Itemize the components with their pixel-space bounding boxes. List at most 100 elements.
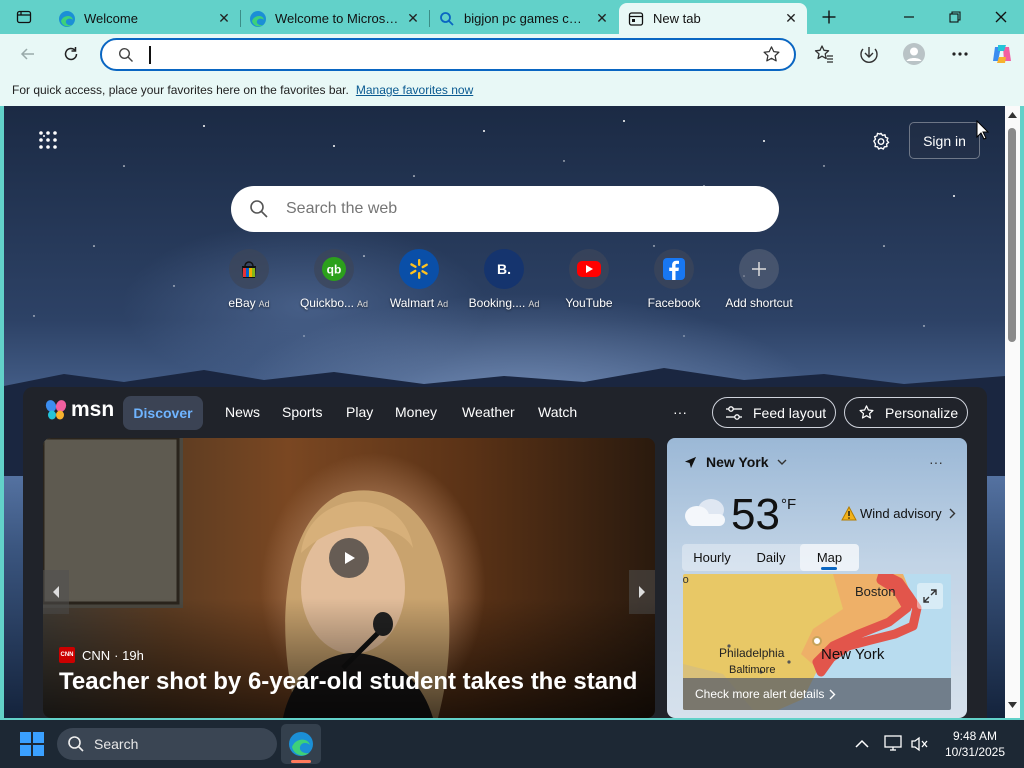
- nav-discover[interactable]: Discover: [123, 396, 203, 430]
- top-story-card[interactable]: CNN CNN · 19h Teacher shot by 6-year-old…: [43, 438, 655, 718]
- taskbar-edge-app[interactable]: [281, 724, 321, 764]
- scrollbar-thumb[interactable]: [1008, 128, 1016, 342]
- msn-logo[interactable]: msn: [44, 398, 114, 422]
- shortcut-walmart[interactable]: Walmart Ad: [377, 249, 461, 310]
- nav-sports[interactable]: Sports: [282, 404, 322, 420]
- chevron-right-icon: [829, 689, 836, 699]
- restore-button[interactable]: [932, 0, 978, 34]
- back-icon[interactable]: [12, 38, 44, 70]
- add-shortcut-button[interactable]: Add shortcut: [717, 249, 801, 310]
- favorites-bar-text: For quick access, place your favorites h…: [12, 83, 349, 97]
- network-icon[interactable]: [884, 735, 902, 751]
- nav-more-button[interactable]: ···: [673, 404, 687, 420]
- mouse-cursor-icon: [976, 120, 990, 140]
- close-tab-icon[interactable]: ✕: [216, 10, 232, 27]
- tab-hourly[interactable]: Hourly: [682, 544, 742, 571]
- web-search-box[interactable]: [231, 186, 779, 232]
- quickbooks-icon: qb: [314, 249, 354, 289]
- address-input[interactable]: [154, 44, 734, 66]
- wind-advisory-alert[interactable]: Wind advisory: [841, 506, 956, 521]
- chevron-left-icon: [53, 586, 59, 598]
- tab-actions-icon[interactable]: [2, 0, 46, 34]
- search-icon: [68, 736, 84, 752]
- cloudy-icon: [685, 499, 725, 526]
- cnn-icon: CNN: [59, 647, 75, 663]
- youtube-icon: [569, 249, 609, 289]
- tab-bigjon-search[interactable]: bigjon pc games collect ✕: [430, 3, 618, 34]
- sign-in-button[interactable]: Sign in: [909, 122, 980, 159]
- copilot-icon[interactable]: [986, 38, 1018, 70]
- page-scrollbar[interactable]: [1005, 106, 1020, 718]
- chevron-right-icon: [639, 586, 645, 598]
- scroll-down-icon[interactable]: [1008, 702, 1017, 708]
- manage-favorites-link[interactable]: Manage favorites now: [356, 83, 473, 97]
- weather-more-icon[interactable]: ···: [929, 454, 943, 470]
- close-window-button[interactable]: [978, 0, 1024, 34]
- speaker-muted-icon[interactable]: [911, 736, 929, 752]
- warning-icon: [841, 506, 857, 521]
- expand-map-button[interactable]: [917, 583, 943, 609]
- windows-start-icon[interactable]: [20, 732, 44, 756]
- alert-details-label: Check more alert details: [695, 687, 825, 701]
- sparkle-star-icon: [858, 404, 875, 421]
- map-label-boston: Boston: [855, 584, 896, 599]
- plus-icon: [739, 249, 779, 289]
- web-search-input[interactable]: [286, 200, 746, 218]
- active-tab-indicator: [821, 567, 837, 570]
- nav-money[interactable]: Money: [395, 404, 437, 420]
- close-tab-icon[interactable]: ✕: [405, 10, 421, 27]
- close-tab-icon[interactable]: ✕: [783, 10, 799, 27]
- tab-new-tab[interactable]: New tab ✕: [619, 3, 807, 34]
- weather-map[interactable]: ro Boston Philadelphia Baltimore New Yor…: [683, 574, 951, 710]
- clock-time: 9:48 AM: [952, 729, 998, 743]
- edge-icon: [289, 732, 313, 756]
- chevron-up-icon[interactable]: [855, 739, 869, 748]
- more-options-icon[interactable]: [944, 38, 976, 70]
- close-tab-icon[interactable]: ✕: [594, 10, 610, 27]
- nav-news[interactable]: News: [225, 404, 260, 420]
- profile-icon[interactable]: [898, 38, 930, 70]
- shortcut-booking[interactable]: B. Booking.... Ad: [462, 249, 546, 310]
- shortcut-ebay[interactable]: eBay Ad: [207, 249, 291, 310]
- shortcut-label: Walmart: [389, 296, 435, 310]
- taskbar-search-label: Search: [94, 736, 139, 752]
- favorite-star-icon[interactable]: [762, 45, 781, 64]
- temperature-unit[interactable]: °F: [781, 496, 796, 513]
- play-video-button[interactable]: [329, 538, 369, 578]
- new-tab-button[interactable]: [808, 0, 850, 34]
- personalize-button[interactable]: Personalize: [844, 397, 968, 428]
- minimize-button[interactable]: [886, 0, 932, 34]
- shortcut-label: YouTube: [565, 296, 613, 310]
- shortcut-quickbooks[interactable]: qb Quickbo... Ad: [292, 249, 376, 310]
- booking-icon: B.: [484, 249, 524, 289]
- scroll-up-icon[interactable]: [1008, 112, 1017, 118]
- nav-weather[interactable]: Weather: [462, 404, 515, 420]
- facebook-icon: [654, 249, 694, 289]
- map-label-baltimore: Baltimore: [729, 664, 776, 676]
- feed-layout-label: Feed layout: [753, 404, 827, 421]
- nav-play[interactable]: Play: [346, 404, 373, 420]
- play-icon: [345, 552, 355, 564]
- alert-details-link[interactable]: Check more alert details: [683, 678, 951, 710]
- taskbar-clock[interactable]: 9:48 AM 10/31/2025: [940, 728, 1010, 760]
- shortcut-facebook[interactable]: Facebook: [632, 249, 716, 310]
- favorites-icon[interactable]: [808, 38, 840, 70]
- taskbar-search[interactable]: Search: [57, 728, 277, 760]
- apps-launcher-icon[interactable]: [38, 130, 58, 150]
- source-name: CNN: [82, 647, 111, 663]
- tab-title: New tab: [653, 11, 701, 26]
- alert-label: Wind advisory: [860, 506, 942, 521]
- settings-gear-icon[interactable]: [870, 131, 892, 153]
- story-age: · 19h: [114, 647, 144, 663]
- shortcut-youtube[interactable]: YouTube: [547, 249, 631, 310]
- downloads-icon[interactable]: [853, 38, 885, 70]
- tab-welcome[interactable]: Welcome ✕: [50, 3, 240, 34]
- weather-location[interactable]: New York: [684, 454, 787, 470]
- address-bar[interactable]: [100, 38, 796, 71]
- feed-layout-button[interactable]: Feed layout: [712, 397, 836, 428]
- nav-watch[interactable]: Watch: [538, 404, 577, 420]
- story-headline[interactable]: Teacher shot by 6-year-old student takes…: [59, 668, 637, 696]
- tab-daily[interactable]: Daily: [742, 544, 800, 571]
- refresh-icon[interactable]: [55, 38, 87, 70]
- tab-welcome-microsoft[interactable]: Welcome to Microsoft E ✕: [241, 3, 429, 34]
